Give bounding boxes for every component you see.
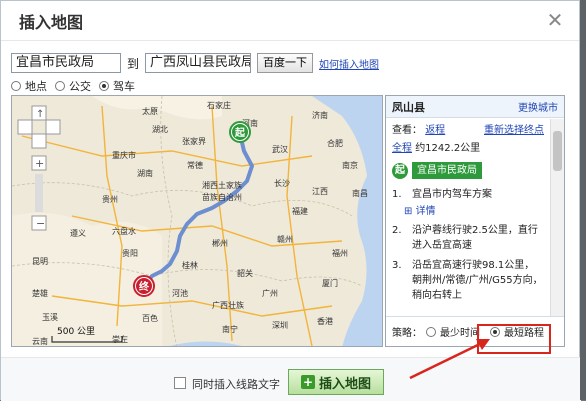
svg-text:南京: 南京 [342,160,358,170]
route-map[interactable]: 太原 石家庄 济南 河南 湖北 张家界 武汉 合肥 南京 重庆市 湖南 常德 湘西土家族 苗族自治… [11,95,383,347]
svg-text:太原: 太原 [142,106,158,116]
reselect-end-link[interactable]: 重新选择终点 [484,123,544,138]
svg-text:广西壮族: 广西壮族 [212,300,244,310]
to-label: 到 [127,56,140,71]
help-link[interactable]: 如何插入地图 [319,56,379,71]
mode-bus-label: 公交 [69,80,91,93]
current-city: 凤山县 [392,100,425,114]
svg-text:500 公里: 500 公里 [57,326,95,337]
dialog-footer: 同时插入线路文字 + 插入地图 [1,357,581,401]
origin-input[interactable]: 宜昌市民政局 [11,53,121,73]
full-route-link[interactable]: 全程 [392,143,412,154]
svg-text:广州: 广州 [262,288,278,298]
svg-text:湖南: 湖南 [137,168,153,178]
svg-text:湘西土家族: 湘西土家族 [202,180,242,190]
insert-map-button[interactable]: + 插入地图 [288,369,384,395]
svg-text:深圳: 深圳 [272,320,288,330]
route-panel-header: 凤山县 更换城市 [386,96,564,118]
svg-text:重庆市: 重庆市 [112,150,136,160]
mode-drive-label: 驾车 [113,80,135,93]
insert-map-dialog: 插入地图 ✕ 宜昌市民政局 到 广西凤山县民政局 百度一下 如何插入地图 地点 … [0,0,581,401]
mode-place-radio[interactable] [11,81,21,91]
svg-text:贵阳: 贵阳 [122,248,138,258]
route-step: 3. 沿岳宜高速行驶98.1公里，朝荆州/常德/广州/G55方向，稍向右转上 [392,260,543,301]
mode-drive-radio[interactable] [99,81,109,91]
route-step: 2. 沿沪蓉线行驶2.5公里，直行进入岳宜高速 [392,225,538,251]
outer-scrollbar[interactable] [580,0,586,400]
svg-text:福建: 福建 [292,206,308,216]
route-search-row: 宜昌市民政局 到 广西凤山县民政局 百度一下 如何插入地图 [11,53,379,73]
svg-text:云南: 云南 [32,336,48,346]
svg-text:南宁: 南宁 [222,324,238,334]
svg-text:郴州: 郴州 [212,239,228,248]
mode-place-label: 地点 [25,80,47,93]
svg-text:−: − [36,217,45,230]
dialog-titlebar: 插入地图 [1,1,579,41]
svg-text:石家庄: 石家庄 [207,100,231,110]
svg-text:+: + [35,157,44,170]
svg-text:常德: 常德 [187,160,203,170]
route-panel-scrollbar[interactable] [550,119,564,316]
svg-text:福州: 福州 [332,249,348,258]
svg-text:武汉: 武汉 [272,144,288,154]
strategy-fastest-label: 最少时间 [440,328,480,339]
start-point: 起 宜昌市民政局 [392,162,544,179]
dialog-title: 插入地图 [19,12,84,32]
end-marker: 终 [139,280,150,293]
svg-text:济南: 济南 [312,110,328,120]
strategy-fastest-radio[interactable] [426,326,436,337]
svg-text:合肥: 合肥 [327,138,343,148]
svg-text:香港: 香港 [317,316,333,326]
svg-text:张家界: 张家界 [182,136,206,146]
svg-text:六盘水: 六盘水 [112,226,136,236]
svg-text:长沙: 长沙 [274,178,290,188]
annotation-highlight-box [477,324,551,354]
mode-selector: 地点 公交 驾车 [11,78,135,94]
start-name[interactable]: 宜昌市民政局 [412,162,482,179]
svg-text:桂林: 桂林 [182,260,198,270]
search-button[interactable]: 百度一下 [257,53,314,73]
svg-text:↑: ↑ [36,109,44,120]
svg-text:昆明: 昆明 [32,257,48,266]
plus-icon: + [300,375,315,389]
strategy-label: 策略： [392,328,422,339]
insert-route-text-checkbox[interactable] [174,377,186,389]
svg-text:江西: 江西 [312,187,328,196]
route-details: 查看： 返程 重新选择终点 全程 约1242.2公里 起 宜昌市民政局 1. 宜… [386,119,550,316]
start-icon: 起 [392,162,408,179]
route-distance: 约1242.2公里 [415,143,481,154]
close-icon[interactable]: ✕ [545,10,565,30]
svg-text:玉溪: 玉溪 [42,312,58,322]
svg-text:韶关: 韶关 [237,268,253,278]
mode-bus-radio[interactable] [55,81,65,91]
map-canvas[interactable]: 太原石家庄济南 河南湖北张家界 武汉合肥南京 重庆市湖南常德 湘西土家族苗族自治… [12,96,383,347]
detail-link[interactable]: ⊞ 详情 [404,204,544,219]
svg-text:苗族自治州: 苗族自治州 [202,192,242,202]
view-label: 查看： [392,125,422,136]
svg-text:百色: 百色 [142,313,158,323]
svg-text:楚雄: 楚雄 [32,288,48,298]
svg-text:贵州: 贵州 [102,194,118,204]
svg-text:厦门: 厦门 [322,278,338,288]
route-step: 1. 宜昌市内驾车方案 [392,189,492,200]
route-panel: 凤山县 更换城市 查看： 返程 重新选择终点 全程 约1242.2公里 起 宜昌… [385,95,565,347]
svg-text:遵义: 遵义 [70,228,86,238]
destination-input[interactable]: 广西凤山县民政局 [145,53,252,73]
svg-text:赣州: 赣州 [277,234,293,244]
start-marker: 起 [234,126,246,139]
insert-route-text-label: 同时插入线路文字 [192,378,280,391]
svg-text:河池: 河池 [172,288,188,298]
svg-text:南昌: 南昌 [352,188,368,198]
svg-text:湖北: 湖北 [152,125,168,134]
return-trip-link[interactable]: 返程 [425,125,445,136]
change-city-link[interactable]: 更换城市 [518,99,558,114]
